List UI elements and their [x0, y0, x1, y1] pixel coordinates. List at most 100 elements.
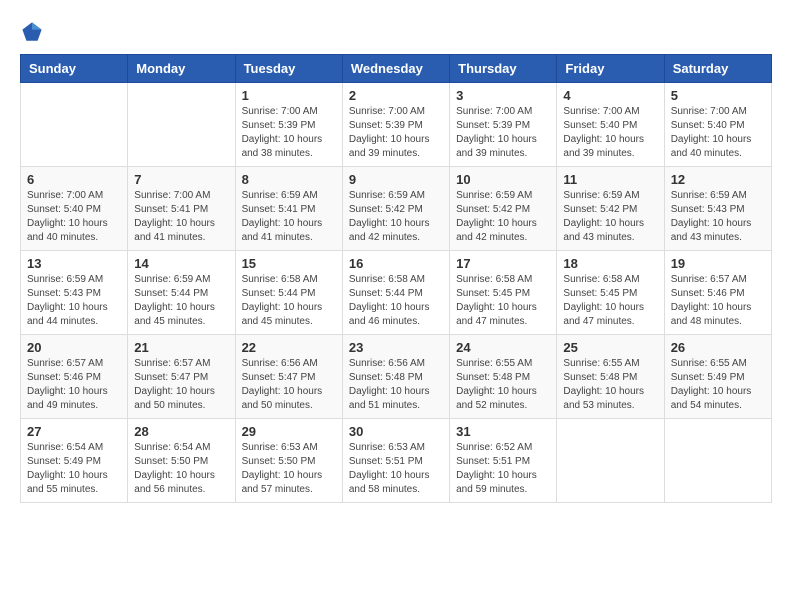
day-info: Sunrise: 6:57 AM Sunset: 5:46 PM Dayligh…: [671, 273, 765, 329]
day-number: 24: [456, 340, 550, 355]
day-info: Sunrise: 6:59 AM Sunset: 5:42 PM Dayligh…: [349, 189, 443, 245]
calendar-cell: [21, 83, 128, 167]
day-info: Sunrise: 7:00 AM Sunset: 5:41 PM Dayligh…: [134, 189, 228, 245]
day-info: Sunrise: 7:00 AM Sunset: 5:40 PM Dayligh…: [563, 105, 657, 161]
calendar-cell: 21 Sunrise: 6:57 AM Sunset: 5:47 PM Dayli…: [128, 335, 235, 419]
calendar-header: SundayMondayTuesdayWednesdayThursdayFrid…: [21, 55, 772, 83]
day-number: 13: [27, 256, 121, 271]
day-number: 26: [671, 340, 765, 355]
calendar-cell: 10Sunrise: 6:59 AM Sunset: 5:42 PM Dayli…: [450, 167, 557, 251]
day-info: Sunrise: 6:59 AM Sunset: 5:41 PM Dayligh…: [242, 189, 336, 245]
day-info: Sunrise: 6:55 AM Sunset: 5:49 PM Dayligh…: [671, 357, 765, 413]
calendar-cell: 28 Sunrise: 6:54 AM Sunset: 5:50 PM Dayli…: [128, 419, 235, 503]
weekday-header: Friday: [557, 55, 664, 83]
calendar-cell: 26 Sunrise: 6:55 AM Sunset: 5:49 PM Dayli…: [664, 335, 771, 419]
day-number: 8: [242, 172, 336, 187]
day-info: Sunrise: 7:00 AM Sunset: 5:40 PM Dayligh…: [671, 105, 765, 161]
day-info: Sunrise: 7:00 AM Sunset: 5:39 PM Dayligh…: [456, 105, 550, 161]
day-number: 9: [349, 172, 443, 187]
day-number: 6: [27, 172, 121, 187]
day-number: 1: [242, 88, 336, 103]
day-info: Sunrise: 6:54 AM Sunset: 5:50 PM Dayligh…: [134, 441, 228, 497]
day-number: 22: [242, 340, 336, 355]
calendar-cell: 15 Sunrise: 6:58 AM Sunset: 5:44 PM Dayli…: [235, 251, 342, 335]
day-info: Sunrise: 6:58 AM Sunset: 5:45 PM Dayligh…: [456, 273, 550, 329]
day-number: 16: [349, 256, 443, 271]
day-number: 18: [563, 256, 657, 271]
weekday-header: Tuesday: [235, 55, 342, 83]
weekday-header: Wednesday: [342, 55, 449, 83]
day-number: 30: [349, 424, 443, 439]
calendar-cell: 31 Sunrise: 6:52 AM Sunset: 5:51 PM Dayli…: [450, 419, 557, 503]
day-number: 27: [27, 424, 121, 439]
calendar-cell: [557, 419, 664, 503]
day-number: 25: [563, 340, 657, 355]
calendar-cell: 6Sunrise: 7:00 AM Sunset: 5:40 PM Daylig…: [21, 167, 128, 251]
calendar-cell: 14 Sunrise: 6:59 AM Sunset: 5:44 PM Dayli…: [128, 251, 235, 335]
day-info: Sunrise: 6:56 AM Sunset: 5:48 PM Dayligh…: [349, 357, 443, 413]
calendar-cell: 29 Sunrise: 6:53 AM Sunset: 5:50 PM Dayli…: [235, 419, 342, 503]
calendar-week-row: 27 Sunrise: 6:54 AM Sunset: 5:49 PM Dayli…: [21, 419, 772, 503]
day-info: Sunrise: 6:59 AM Sunset: 5:43 PM Dayligh…: [27, 273, 121, 329]
header-row: SundayMondayTuesdayWednesdayThursdayFrid…: [21, 55, 772, 83]
calendar-cell: 25 Sunrise: 6:55 AM Sunset: 5:48 PM Dayli…: [557, 335, 664, 419]
day-number: 14: [134, 256, 228, 271]
day-info: Sunrise: 6:57 AM Sunset: 5:46 PM Dayligh…: [27, 357, 121, 413]
calendar-week-row: 6Sunrise: 7:00 AM Sunset: 5:40 PM Daylig…: [21, 167, 772, 251]
calendar-cell: 13 Sunrise: 6:59 AM Sunset: 5:43 PM Dayli…: [21, 251, 128, 335]
day-info: Sunrise: 6:52 AM Sunset: 5:51 PM Dayligh…: [456, 441, 550, 497]
day-info: Sunrise: 6:58 AM Sunset: 5:44 PM Dayligh…: [242, 273, 336, 329]
day-info: Sunrise: 6:53 AM Sunset: 5:51 PM Dayligh…: [349, 441, 443, 497]
calendar-cell: 16 Sunrise: 6:58 AM Sunset: 5:44 PM Dayli…: [342, 251, 449, 335]
day-number: 10: [456, 172, 550, 187]
calendar-cell: 22 Sunrise: 6:56 AM Sunset: 5:47 PM Dayli…: [235, 335, 342, 419]
calendar-cell: 7 Sunrise: 7:00 AM Sunset: 5:41 PM Daylig…: [128, 167, 235, 251]
day-number: 5: [671, 88, 765, 103]
day-info: Sunrise: 6:54 AM Sunset: 5:49 PM Dayligh…: [27, 441, 121, 497]
day-number: 15: [242, 256, 336, 271]
weekday-header: Sunday: [21, 55, 128, 83]
day-number: 12: [671, 172, 765, 187]
weekday-header: Saturday: [664, 55, 771, 83]
day-number: 28: [134, 424, 228, 439]
day-number: 29: [242, 424, 336, 439]
calendar-cell: 11Sunrise: 6:59 AM Sunset: 5:42 PM Dayli…: [557, 167, 664, 251]
calendar-cell: 2Sunrise: 7:00 AM Sunset: 5:39 PM Daylig…: [342, 83, 449, 167]
calendar-cell: 24Sunrise: 6:55 AM Sunset: 5:48 PM Dayli…: [450, 335, 557, 419]
day-info: Sunrise: 6:59 AM Sunset: 5:43 PM Dayligh…: [671, 189, 765, 245]
day-info: Sunrise: 6:55 AM Sunset: 5:48 PM Dayligh…: [563, 357, 657, 413]
day-number: 3: [456, 88, 550, 103]
day-info: Sunrise: 6:56 AM Sunset: 5:47 PM Dayligh…: [242, 357, 336, 413]
day-number: 7: [134, 172, 228, 187]
logo-icon: [20, 20, 44, 44]
calendar-cell: 17 Sunrise: 6:58 AM Sunset: 5:45 PM Dayli…: [450, 251, 557, 335]
day-info: Sunrise: 7:00 AM Sunset: 5:39 PM Dayligh…: [242, 105, 336, 161]
calendar-cell: 8 Sunrise: 6:59 AM Sunset: 5:41 PM Daylig…: [235, 167, 342, 251]
day-number: 20: [27, 340, 121, 355]
weekday-header: Monday: [128, 55, 235, 83]
calendar-cell: 1 Sunrise: 7:00 AM Sunset: 5:39 PM Daylig…: [235, 83, 342, 167]
calendar-body: 1 Sunrise: 7:00 AM Sunset: 5:39 PM Daylig…: [21, 83, 772, 503]
day-info: Sunrise: 6:59 AM Sunset: 5:42 PM Dayligh…: [563, 189, 657, 245]
day-info: Sunrise: 6:58 AM Sunset: 5:45 PM Dayligh…: [563, 273, 657, 329]
calendar-cell: 23 Sunrise: 6:56 AM Sunset: 5:48 PM Dayli…: [342, 335, 449, 419]
weekday-header: Thursday: [450, 55, 557, 83]
day-number: 2: [349, 88, 443, 103]
calendar-cell: [128, 83, 235, 167]
calendar-cell: 4Sunrise: 7:00 AM Sunset: 5:40 PM Daylig…: [557, 83, 664, 167]
calendar-cell: 9 Sunrise: 6:59 AM Sunset: 5:42 PM Daylig…: [342, 167, 449, 251]
day-number: 19: [671, 256, 765, 271]
day-number: 23: [349, 340, 443, 355]
day-info: Sunrise: 6:53 AM Sunset: 5:50 PM Dayligh…: [242, 441, 336, 497]
day-info: Sunrise: 6:59 AM Sunset: 5:44 PM Dayligh…: [134, 273, 228, 329]
calendar-cell: 12 Sunrise: 6:59 AM Sunset: 5:43 PM Dayli…: [664, 167, 771, 251]
day-number: 17: [456, 256, 550, 271]
calendar-cell: 27 Sunrise: 6:54 AM Sunset: 5:49 PM Dayli…: [21, 419, 128, 503]
calendar-cell: 3 Sunrise: 7:00 AM Sunset: 5:39 PM Daylig…: [450, 83, 557, 167]
day-number: 21: [134, 340, 228, 355]
calendar-cell: 20 Sunrise: 6:57 AM Sunset: 5:46 PM Dayli…: [21, 335, 128, 419]
day-info: Sunrise: 6:57 AM Sunset: 5:47 PM Dayligh…: [134, 357, 228, 413]
day-number: 31: [456, 424, 550, 439]
day-info: Sunrise: 6:58 AM Sunset: 5:44 PM Dayligh…: [349, 273, 443, 329]
calendar-week-row: 20 Sunrise: 6:57 AM Sunset: 5:46 PM Dayli…: [21, 335, 772, 419]
